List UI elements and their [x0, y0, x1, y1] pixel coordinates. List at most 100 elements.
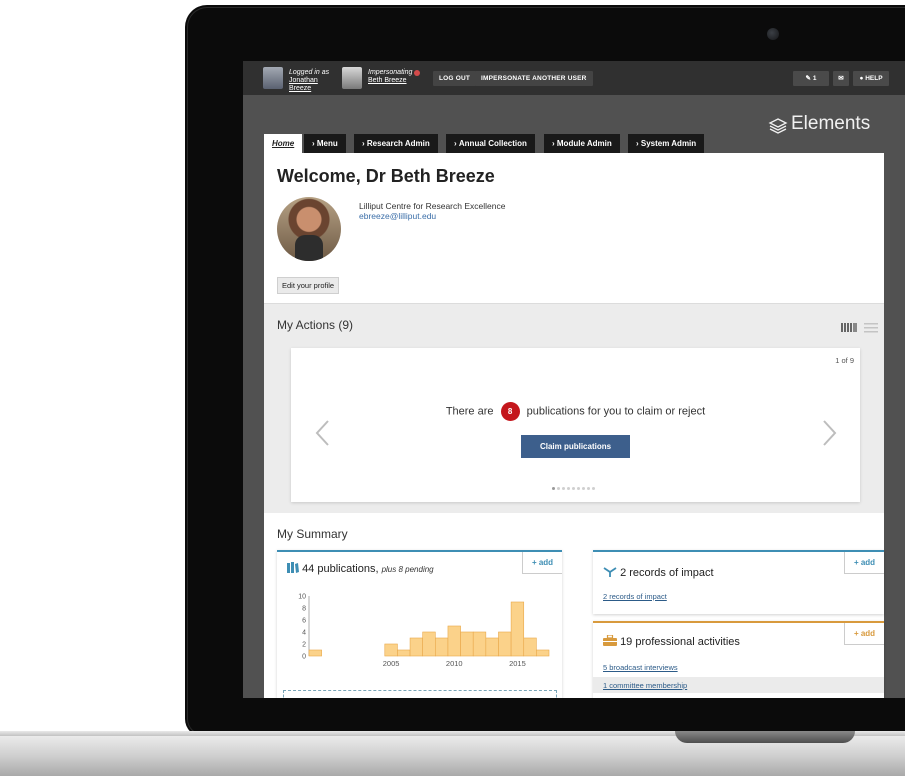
y-tick-label: 0 [302, 654, 306, 661]
publications-pending: plus 8 pending [381, 565, 434, 574]
x-tick-label: 2015 [509, 659, 526, 668]
action-card: 1 of 9 There are 8 publications for you … [291, 348, 860, 502]
claim-publications-button[interactable]: Claim publications [521, 435, 630, 458]
help-button[interactable]: ● HELP [853, 71, 889, 86]
affiliation: Lilliput Centre for Research Excellence [359, 201, 506, 211]
impact-count: 2 records of impact [620, 567, 714, 579]
bar[interactable] [422, 631, 436, 657]
add-publication-button[interactable]: + add [522, 552, 562, 574]
notifications-button[interactable]: ✎ 1 [793, 71, 829, 86]
claim-suffix: publications for you to claim or reject [526, 405, 706, 418]
tab-research-admin-label: Research Admin [366, 139, 430, 148]
tab-menu[interactable]: › Menu [304, 134, 346, 153]
carousel-dot[interactable] [587, 487, 590, 490]
bar[interactable] [485, 637, 499, 657]
impact-card: + add 2 records of impact 2 records of i… [593, 550, 884, 614]
tab-system-admin-label: System Admin [640, 139, 697, 148]
x-tick-label: 2010 [446, 659, 463, 668]
tab-annual-collection[interactable]: › Annual Collection [446, 134, 535, 153]
logged-in-info: Logged in as Jonathan Breeze [289, 69, 329, 93]
envelope-icon: ✉ [838, 75, 844, 82]
bar[interactable] [308, 649, 322, 657]
logged-in-last-name[interactable]: Breeze [289, 85, 329, 93]
publications-count: 44 publications, [302, 563, 379, 575]
y-tick-label: 8 [302, 606, 306, 613]
committee-membership-link[interactable]: 1 committee membership [603, 681, 687, 690]
bar[interactable] [523, 637, 537, 657]
elements-logo-icon [768, 118, 788, 134]
professional-activities-card: + add 19 professional activities 5 broad… [593, 621, 884, 698]
carousel-dot[interactable] [572, 487, 575, 490]
tab-home[interactable]: Home [264, 134, 303, 153]
top-bar: Logged in as Jonathan Breeze Impersonati… [243, 61, 905, 95]
impact-link[interactable]: 2 records of impact [603, 592, 667, 601]
impact-icon [603, 567, 617, 577]
bar[interactable] [460, 631, 474, 657]
broadcast-interviews-link[interactable]: 5 broadcast interviews [603, 663, 678, 672]
bar[interactable] [536, 649, 550, 657]
help-icon: ● [859, 75, 864, 82]
messages-button[interactable]: ✉ [833, 71, 849, 86]
logged-in-avatar[interactable] [263, 67, 283, 89]
tab-system-admin[interactable]: › System Admin [628, 134, 705, 153]
logged-in-first-name[interactable]: Jonathan [289, 77, 329, 85]
impersonate-another-button[interactable]: IMPERSONATE ANOTHER USER [475, 71, 593, 86]
carousel-dot[interactable] [592, 487, 595, 490]
x-tick-label: 2005 [383, 659, 400, 668]
profile-photo [277, 197, 341, 261]
publications-chart[interactable]: 0 2 4 6 8 10 2005 2010 2015 [279, 592, 554, 674]
bar[interactable] [384, 643, 398, 657]
email-link[interactable]: ebreeze@lilliput.edu [359, 211, 436, 221]
chevron-left-icon[interactable] [313, 418, 333, 448]
publications-title: 44 publications, plus 8 pending [287, 562, 434, 575]
laptop-notch [675, 731, 855, 743]
list-item: 5 broadcast interviews [593, 659, 884, 675]
bar[interactable] [510, 601, 525, 657]
bar[interactable] [397, 649, 411, 657]
main-content: Welcome, Dr Beth Breeze Lilliput Centre … [264, 153, 884, 698]
bar[interactable] [409, 637, 423, 657]
carousel-dots [552, 487, 595, 490]
carousel-dot[interactable] [557, 487, 560, 490]
carousel-dot[interactable] [582, 487, 585, 490]
add-impact-button[interactable]: + add [844, 552, 884, 574]
bar[interactable] [435, 637, 449, 657]
tag-icon: ✎ [805, 75, 811, 82]
tab-menu-label: Menu [316, 139, 338, 148]
bar[interactable] [447, 625, 461, 657]
carousel-dot[interactable] [567, 487, 570, 490]
impersonated-avatar[interactable] [342, 67, 362, 89]
tab-module-admin-label: Module Admin [556, 139, 612, 148]
books-icon [287, 562, 299, 573]
carousel-dot[interactable] [577, 487, 580, 490]
tab-research-admin[interactable]: › Research Admin [354, 134, 438, 153]
impersonating-name[interactable]: Beth Breeze [368, 77, 412, 85]
tab-module-admin[interactable]: › Module Admin [544, 134, 620, 153]
carousel-dot[interactable] [562, 487, 565, 490]
edit-profile-button[interactable]: Edit your profile [277, 277, 340, 294]
grid-view-icon[interactable] [841, 323, 857, 332]
impact-title: 2 records of impact [603, 566, 714, 579]
chart-dropzone [283, 690, 557, 698]
list-view-icon[interactable] [864, 323, 878, 333]
stop-impersonating-icon[interactable] [414, 70, 420, 76]
carousel-dot[interactable] [552, 487, 555, 490]
my-summary-title: My Summary [277, 527, 348, 541]
my-actions-title: My Actions (9) [277, 318, 354, 332]
y-tick-label: 10 [298, 594, 306, 601]
bar[interactable] [472, 631, 487, 657]
logout-button[interactable]: LOG OUT [433, 71, 477, 86]
professional-count: 19 professional activities [620, 636, 740, 648]
publications-card: + add 44 publications, plus 8 pending 0 2… [277, 550, 562, 698]
action-pager: 1 of 9 [835, 356, 854, 365]
page-title: Welcome, Dr Beth Breeze [277, 166, 495, 186]
add-activity-button[interactable]: + add [844, 623, 884, 645]
chevron-right-icon[interactable] [819, 418, 839, 448]
claim-count-badge: 8 [500, 402, 520, 421]
camera-icon [767, 28, 779, 40]
list-item: 1 committee membership [593, 677, 884, 693]
notifications-count: 1 [812, 75, 817, 82]
professional-title: 19 professional activities [603, 634, 740, 648]
y-tick-label: 2 [302, 642, 306, 649]
bar[interactable] [498, 631, 512, 657]
